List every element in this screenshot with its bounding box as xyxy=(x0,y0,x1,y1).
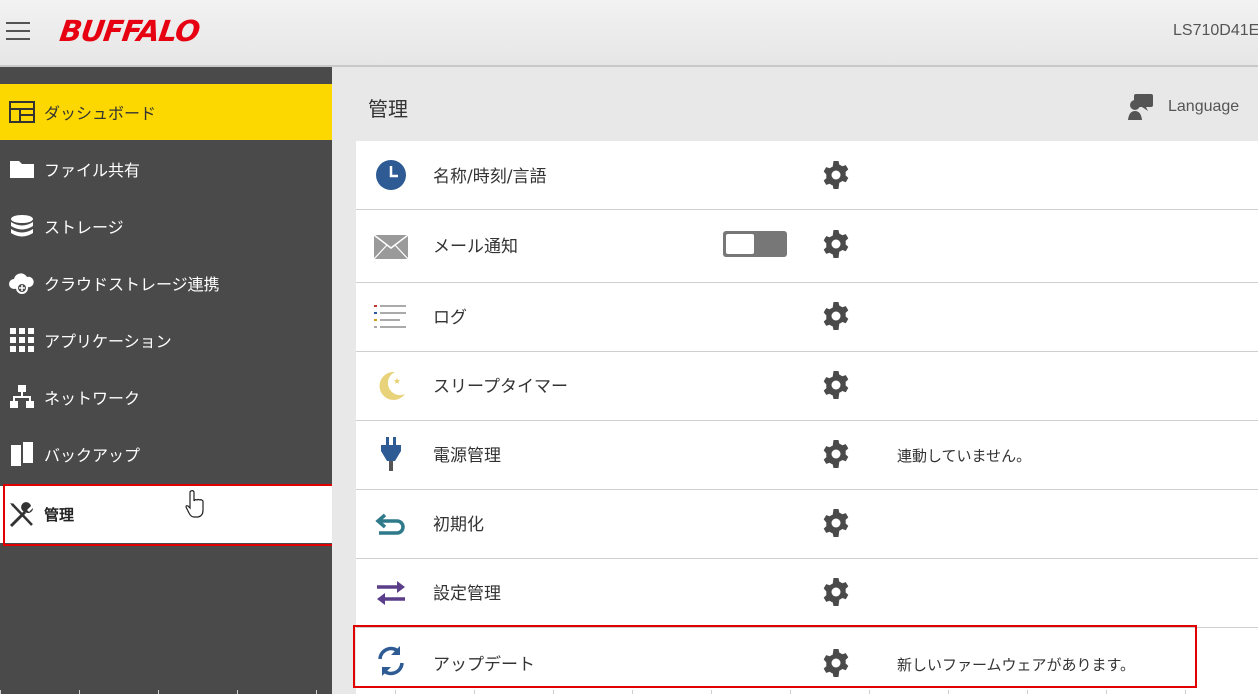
row-name-time-language[interactable]: 名称/時刻/言語 xyxy=(356,141,1258,210)
sidebar-item-file-sharing[interactable]: ファイル共有 xyxy=(0,141,332,197)
clock-icon xyxy=(374,158,408,192)
row-label: 電源管理 xyxy=(433,446,501,466)
sidebar-item-label: 管理 xyxy=(44,506,75,524)
power-status-text: 連動していません。 xyxy=(897,447,1032,465)
main-content: 管理 Language 名称/時刻/言語 メール通知 ログ スリープタイマー 電… xyxy=(332,67,1258,694)
gear-icon[interactable] xyxy=(821,229,851,259)
bottom-edge xyxy=(0,690,1258,694)
row-log[interactable]: ログ xyxy=(356,283,1258,352)
storage-icon xyxy=(0,198,44,254)
update-status-text: 新しいファームウェアがあります。 xyxy=(897,656,1136,674)
sidebar-item-dashboard[interactable]: ダッシュボード xyxy=(0,84,332,140)
backup-icon xyxy=(0,426,44,482)
sidebar-item-label: ダッシュボード xyxy=(44,104,157,123)
return-icon xyxy=(374,507,408,541)
sidebar-item-cloud-storage[interactable]: クラウドストレージ連携 xyxy=(0,255,332,311)
sidebar-item-management[interactable]: 管理 xyxy=(0,486,332,543)
folder-icon xyxy=(0,141,44,197)
gear-icon[interactable] xyxy=(821,370,851,400)
management-list: 名称/時刻/言語 メール通知 ログ スリープタイマー 電源管理 連動していません… xyxy=(356,141,1258,694)
tools-icon xyxy=(0,487,44,543)
row-label: 初期化 xyxy=(433,515,484,535)
language-label: Language xyxy=(1168,98,1240,115)
gear-icon[interactable] xyxy=(821,508,851,538)
row-label: アップデート xyxy=(433,655,535,675)
sidebar-item-label: アプリケーション xyxy=(44,332,172,351)
network-icon xyxy=(0,369,44,425)
sidebar-item-label: バックアップ xyxy=(44,446,141,465)
cloud-icon xyxy=(0,255,44,311)
page-title: 管理 xyxy=(368,97,408,121)
sidebar-item-label: ストレージ xyxy=(44,218,124,237)
row-label: 設定管理 xyxy=(433,584,501,604)
mail-notification-toggle[interactable] xyxy=(723,231,787,257)
sidebar-item-label: クラウドストレージ連携 xyxy=(44,275,220,294)
row-power-management[interactable]: 電源管理 連動していません。 xyxy=(356,421,1258,490)
row-update[interactable]: アップデート 新しいファームウェアがあります。 xyxy=(356,628,1258,694)
language-icon xyxy=(1128,94,1153,120)
sidebar-item-label: ファイル共有 xyxy=(44,161,141,180)
gear-icon[interactable] xyxy=(821,648,851,678)
gear-icon[interactable] xyxy=(821,301,851,331)
transfer-icon xyxy=(374,576,408,610)
refresh-icon xyxy=(374,644,408,678)
row-label: スリープタイマー xyxy=(433,377,568,397)
gear-icon[interactable] xyxy=(821,577,851,607)
sidebar: ダッシュボード ファイル共有 ストレージ クラウドストレージ連携 アプリケーショ… xyxy=(0,67,332,694)
device-name: LS710D41E xyxy=(1173,22,1258,39)
gear-icon[interactable] xyxy=(821,439,851,469)
buffalo-logo: BUFFALO xyxy=(57,14,202,48)
row-settings-management[interactable]: 設定管理 xyxy=(356,559,1258,628)
gear-icon[interactable] xyxy=(821,160,851,190)
row-mail-notification[interactable]: メール通知 xyxy=(356,210,1258,283)
sidebar-item-network[interactable]: ネットワーク xyxy=(0,369,332,425)
sidebar-item-label: ネットワーク xyxy=(44,389,141,408)
dashboard-icon xyxy=(0,84,44,140)
sidebar-item-applications[interactable]: アプリケーション xyxy=(0,312,332,368)
row-label: ログ xyxy=(433,308,467,328)
hamburger-menu-icon[interactable] xyxy=(6,22,30,42)
sidebar-item-storage[interactable]: ストレージ xyxy=(0,198,332,254)
grid-icon xyxy=(0,312,44,368)
mail-icon xyxy=(374,230,408,264)
row-label: 名称/時刻/言語 xyxy=(433,167,547,187)
row-sleep-timer[interactable]: スリープタイマー xyxy=(356,352,1258,421)
row-label: メール通知 xyxy=(433,237,518,257)
row-initialize[interactable]: 初期化 xyxy=(356,490,1258,559)
top-header: BUFFALO LS710D41E xyxy=(0,0,1258,67)
language-button[interactable]: Language xyxy=(1126,93,1239,121)
log-icon xyxy=(374,300,408,334)
plug-icon xyxy=(374,437,408,471)
moon-icon xyxy=(374,368,408,402)
hand-cursor-icon xyxy=(185,490,204,518)
sidebar-item-backup[interactable]: バックアップ xyxy=(0,426,332,482)
